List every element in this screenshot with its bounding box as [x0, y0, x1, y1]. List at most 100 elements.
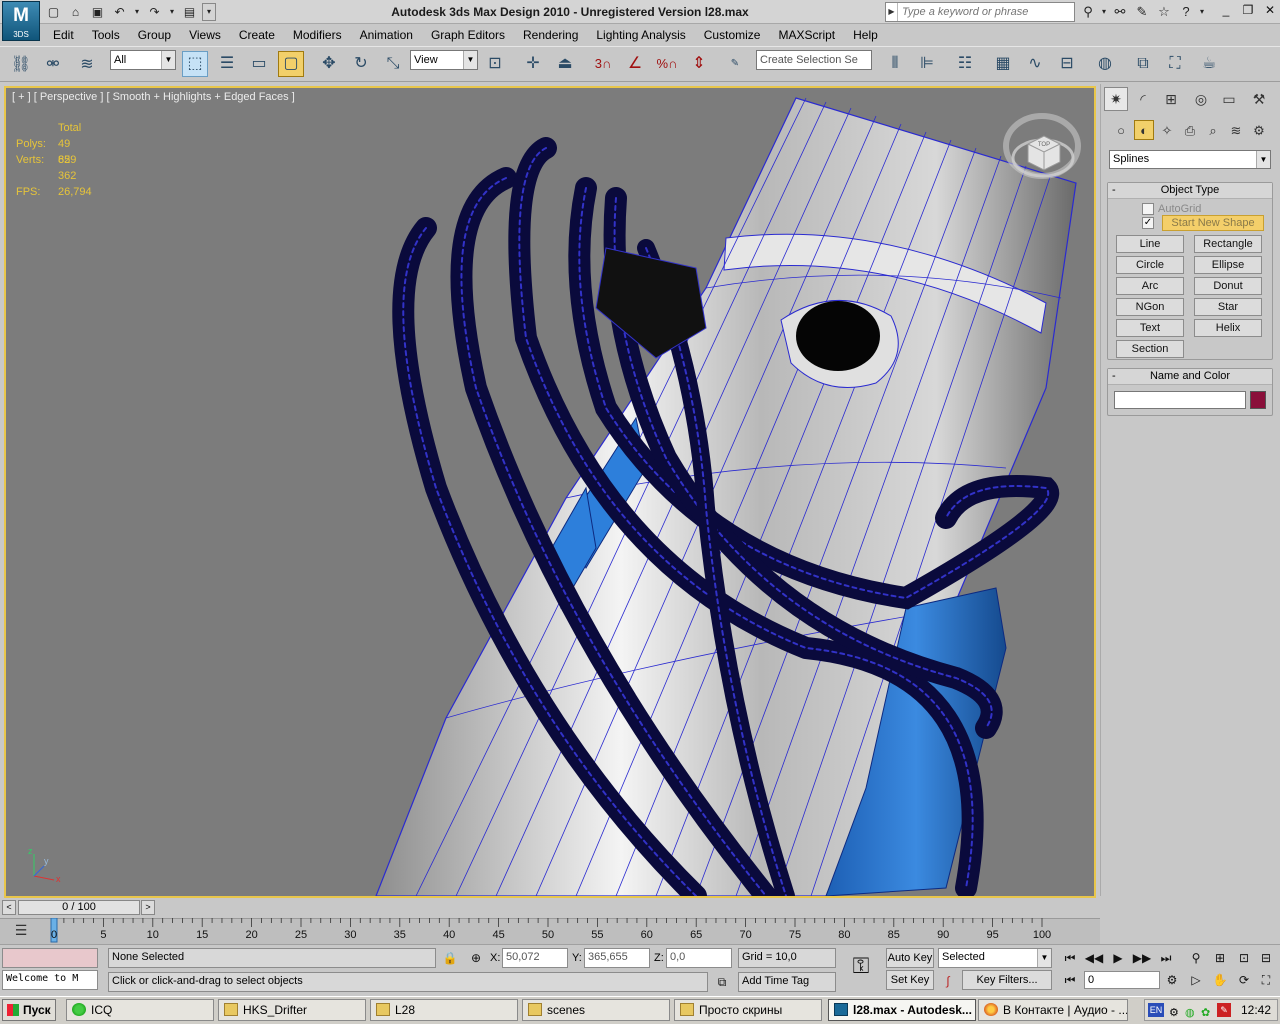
spinner-snap-icon[interactable]: ⇕ [686, 51, 712, 77]
zoom-all-icon[interactable]: ⊞ [1210, 948, 1230, 968]
application-button[interactable]: M 3DS [2, 1, 40, 41]
binoculars-icon[interactable]: ⚲ [1078, 2, 1098, 22]
key-mode-toggle-icon[interactable]: ⏮ [1060, 970, 1080, 990]
zoom-extents-icon[interactable]: ⊡ [1234, 948, 1254, 968]
task-hks-drifter[interactable]: HKS_Drifter [218, 999, 366, 1021]
help-icon[interactable]: ? [1176, 2, 1196, 22]
menu-graph-editors[interactable]: Graph Editors [422, 25, 514, 45]
menu-help[interactable]: Help [844, 25, 887, 45]
task-icq[interactable]: ICQ [66, 999, 214, 1021]
task-3ds-max[interactable]: l28.max - Autodesk... [828, 999, 976, 1021]
go-to-start-icon[interactable]: ⏮ [1060, 948, 1080, 968]
selection-filter-dropdown[interactable]: All ▼ [110, 50, 176, 70]
menu-rendering[interactable]: Rendering [514, 25, 587, 45]
select-and-rotate-icon[interactable]: ↻ [348, 51, 374, 77]
pivot-center-icon[interactable]: ⊡ [482, 51, 508, 77]
maximize-viewport-icon[interactable]: ⛶ [1256, 970, 1276, 990]
go-to-end-icon[interactable]: ⏭ [1156, 948, 1176, 968]
maxscript-mini-listener[interactable]: Welcome to M [2, 970, 98, 990]
start-new-shape-checkbox[interactable]: ✓ [1142, 217, 1154, 229]
ngon-button[interactable]: NGon [1116, 298, 1184, 316]
previous-frame-arrow[interactable]: < [2, 900, 16, 915]
arc-button[interactable]: Arc [1116, 277, 1184, 295]
menu-views[interactable]: Views [180, 25, 230, 45]
mirror-icon[interactable]: ⫴ [882, 51, 908, 77]
text-button[interactable]: Text [1116, 319, 1184, 337]
reference-coordinate-dropdown[interactable]: View ▼ [410, 50, 478, 70]
cameras-category-icon[interactable]: ⎙ [1180, 120, 1200, 140]
shape-type-dropdown[interactable]: Splines ▼ [1109, 150, 1271, 169]
material-editor-icon[interactable]: ◍ [1092, 51, 1118, 77]
autogrid-checkbox[interactable] [1142, 203, 1154, 215]
favorites-star-icon[interactable]: ☆ [1154, 2, 1174, 22]
layer-manager-icon[interactable]: ☷ [952, 51, 978, 77]
donut-button[interactable]: Donut [1194, 277, 1262, 295]
object-name-input[interactable] [1114, 391, 1246, 409]
add-time-tag-button[interactable]: Add Time Tag [738, 972, 836, 992]
graphite-modeling-tools-icon[interactable]: ▦ [990, 51, 1016, 77]
section-button[interactable]: Section [1116, 340, 1184, 358]
communication-icon[interactable]: ✎ [1132, 2, 1152, 22]
tab-display[interactable]: ▭ [1217, 87, 1241, 111]
space-warps-category-icon[interactable]: ≋ [1226, 120, 1246, 140]
rendered-frame-window-icon[interactable]: ⛶ [1162, 51, 1188, 77]
render-production-icon[interactable]: ☕ [1196, 51, 1222, 77]
star-button[interactable]: Star [1194, 298, 1262, 316]
subscription-icon[interactable]: ⚯ [1110, 2, 1130, 22]
edit-named-selections-icon[interactable]: ✎ [722, 51, 748, 77]
close-icon[interactable]: ✕ [1260, 2, 1280, 20]
keyboard-shortcut-override-icon[interactable]: ⏏ [552, 51, 578, 77]
icq-tray-icon[interactable]: ✿ [1201, 1003, 1210, 1023]
auto-key-button[interactable]: Auto Key [886, 948, 934, 968]
project-folder-icon[interactable]: ▤ [180, 3, 199, 21]
bind-to-space-warp-icon[interactable]: ≋ [74, 52, 100, 78]
select-and-scale-icon[interactable]: ⤡ [380, 51, 406, 77]
set-key-icon[interactable]: ⚿ [846, 955, 876, 982]
key-mode-dropdown[interactable]: Selected ▼ [938, 948, 1052, 968]
menu-create[interactable]: Create [230, 25, 284, 45]
name-and-color-header[interactable]: - Name and Color [1108, 369, 1272, 385]
zoom-extents-all-icon[interactable]: ⊟ [1256, 948, 1276, 968]
menu-lighting-analysis[interactable]: Lighting Analysis [587, 25, 694, 45]
select-and-move-icon[interactable]: ✥ [316, 51, 342, 77]
start-button[interactable]: Пуск [2, 999, 56, 1021]
start-new-shape-button[interactable]: Start New Shape [1162, 215, 1264, 231]
default-in-out-tangent-icon[interactable]: ∫ [938, 971, 958, 991]
pan-view-icon[interactable]: ✋ [1210, 970, 1230, 990]
select-manipulate-icon[interactable]: ✛ [520, 51, 546, 77]
y-coord-input[interactable]: 365,655 [584, 948, 650, 968]
menu-customize[interactable]: Customize [695, 25, 770, 45]
select-and-link-icon[interactable]: ⛓ [8, 52, 34, 78]
task-browser[interactable]: В Контакте | Аудио - ... [978, 999, 1128, 1021]
render-setup-icon[interactable]: ⧉ [1130, 51, 1156, 77]
x-coord-input[interactable]: 50,072 [502, 948, 568, 968]
unlink-selection-icon[interactable]: ⚮ [40, 52, 66, 78]
tab-motion[interactable]: ◎ [1189, 87, 1213, 111]
antivirus-icon[interactable]: ◍ [1185, 1003, 1195, 1023]
tab-hierarchy[interactable]: ⊞ [1159, 87, 1183, 111]
object-color-swatch[interactable] [1250, 391, 1266, 409]
shapes-category-icon[interactable]: ◐ [1134, 120, 1154, 140]
select-by-name-icon[interactable]: ☰ [214, 51, 240, 77]
viewcube[interactable]: TOP [1010, 122, 1076, 182]
menu-edit[interactable]: Edit [44, 25, 83, 45]
select-object-icon[interactable]: ⬚ [182, 51, 208, 77]
undo-dropdown-icon[interactable]: ▾ [132, 3, 142, 21]
time-tag-icon[interactable]: ⧉ [712, 972, 732, 992]
search-input[interactable] [898, 3, 1074, 21]
absolute-mode-transform-icon[interactable]: ⊕ [466, 948, 486, 968]
z-coord-input[interactable]: 0,0 [666, 948, 732, 968]
autogrid-row[interactable]: AutoGrid [1142, 203, 1201, 215]
previous-frame-icon[interactable]: ◀◀ [1084, 948, 1104, 968]
next-frame-arrow[interactable]: > [141, 900, 155, 915]
perspective-viewport[interactable]: [ + ] [ Perspective ] [ Smooth + Highlig… [4, 86, 1096, 898]
tab-utilities[interactable]: ⚒ [1247, 87, 1271, 111]
restore-icon[interactable]: ❐ [1238, 2, 1258, 20]
time-configuration-icon[interactable]: ⚙ [1162, 970, 1182, 990]
tab-create[interactable]: ✷ [1104, 87, 1128, 111]
language-indicator[interactable]: EN [1148, 1003, 1164, 1017]
save-icon[interactable]: ▣ [88, 3, 107, 21]
zoom-icon[interactable]: ⚲ [1186, 948, 1206, 968]
snaps-toggle-icon[interactable]: 3∩ [590, 51, 616, 77]
systems-category-icon[interactable]: ⚙ [1249, 120, 1269, 140]
